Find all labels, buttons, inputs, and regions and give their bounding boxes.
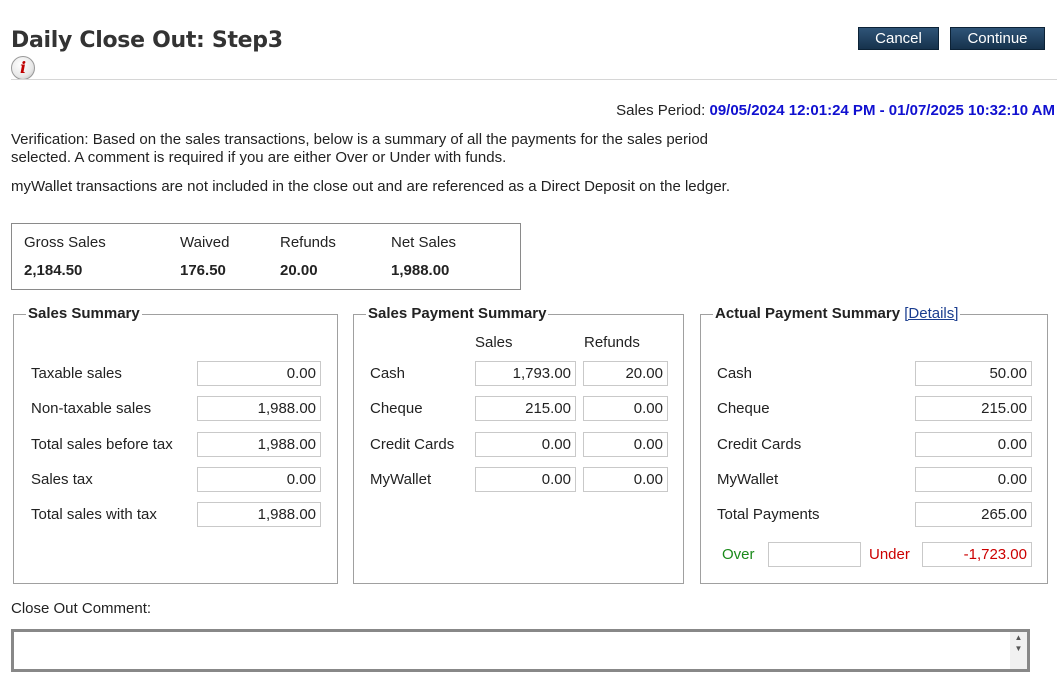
actual-credit-label: Credit Cards [717,436,802,453]
comment-label: Close Out Comment: [11,600,152,617]
waived-label: Waived [180,234,230,251]
sales-summary-legend: Sales Summary [26,305,142,322]
header-divider [11,79,1057,80]
net-sales-value: 1,988.00 [391,262,450,279]
sales-period: Sales Period: 09/05/2024 12:01:24 PM - 0… [616,102,1055,119]
actual-cheque-label: Cheque [717,400,770,417]
non-taxable-sales-field[interactable] [197,396,321,421]
mywallet-note: myWallet transactions are not included i… [11,178,731,195]
total-before-tax-label: Total sales before tax [31,436,173,453]
over-field[interactable] [768,542,861,567]
payment-summary-panel: Sales Payment Summary Sales Refunds Cash… [353,305,684,584]
actual-mywallet-label: MyWallet [717,471,779,488]
actual-summary-legend: Actual Payment Summary [Details] [713,305,961,322]
pay-cheque-label: Cheque [370,400,423,417]
pay-cash-label: Cash [370,365,406,382]
taxable-sales-label: Taxable sales [31,365,122,382]
sales-summary-panel: Sales Summary Taxable sales Non-taxable … [13,305,338,584]
under-label: Under [869,546,910,563]
actual-summary-panel: Actual Payment Summary [Details] Cash Ch… [700,305,1048,584]
pay-cash-sales-field[interactable] [475,361,576,386]
close-out-comment-input[interactable] [11,629,1030,672]
gross-sales-label: Gross Sales [24,234,106,251]
sales-tax-label: Sales tax [31,471,93,488]
net-sales-label: Net Sales [391,234,457,251]
actual-cash-label: Cash [717,365,753,382]
continue-button[interactable]: Continue [950,27,1045,50]
under-field[interactable] [922,542,1032,567]
pay-cash-refunds-field[interactable] [583,361,668,386]
pay-mywallet-label: MyWallet [370,471,432,488]
gross-sales-value: 2,184.50 [24,262,83,279]
taxable-sales-field[interactable] [197,361,321,386]
refunds-value: 20.00 [280,262,318,279]
info-icon[interactable]: i [11,56,35,80]
non-taxable-sales-label: Non-taxable sales [31,400,152,417]
pay-cheque-refunds-field[interactable] [583,396,668,421]
sales-tax-field[interactable] [197,467,321,492]
page-title: Daily Close Out: Step3 [11,28,283,53]
actual-credit-field[interactable] [915,432,1032,457]
sales-period-value: 09/05/2024 12:01:24 PM - 01/07/2025 10:3… [709,102,1055,119]
actual-cheque-field[interactable] [915,396,1032,421]
waived-value: 176.50 [180,262,226,279]
total-with-tax-field[interactable] [197,502,321,527]
total-with-tax-label: Total sales with tax [31,506,157,523]
pay-credit-label: Credit Cards [370,436,455,453]
comment-scrollbar[interactable]: ▲ ▼ [1010,632,1027,669]
actual-mywallet-field[interactable] [915,467,1032,492]
col-refunds-header: Refunds [584,334,640,351]
cancel-button[interactable]: Cancel [858,27,939,50]
actual-summary-title: Actual Payment Summary [715,305,901,322]
pay-cheque-sales-field[interactable] [475,396,576,421]
total-before-tax-field[interactable] [197,432,321,457]
actual-cash-field[interactable] [915,361,1032,386]
details-link[interactable]: [Details] [904,305,958,322]
totals-box: Gross Sales 2,184.50 Waived 176.50 Refun… [11,223,521,290]
pay-mywallet-refunds-field[interactable] [583,467,668,492]
total-payments-label: Total Payments [717,506,820,523]
refunds-label: Refunds [280,234,336,251]
sales-period-label: Sales Period: [616,102,706,119]
total-payments-field[interactable] [915,502,1032,527]
verification-text: Verification: Based on the sales transac… [11,131,709,166]
scroll-down-icon[interactable]: ▼ [1010,643,1027,654]
pay-mywallet-sales-field[interactable] [475,467,576,492]
scroll-up-icon[interactable]: ▲ [1010,632,1027,643]
over-label: Over [722,546,755,563]
pay-credit-sales-field[interactable] [475,432,576,457]
col-sales-header: Sales [475,334,513,351]
payment-summary-legend: Sales Payment Summary [366,305,549,322]
pay-credit-refunds-field[interactable] [583,432,668,457]
